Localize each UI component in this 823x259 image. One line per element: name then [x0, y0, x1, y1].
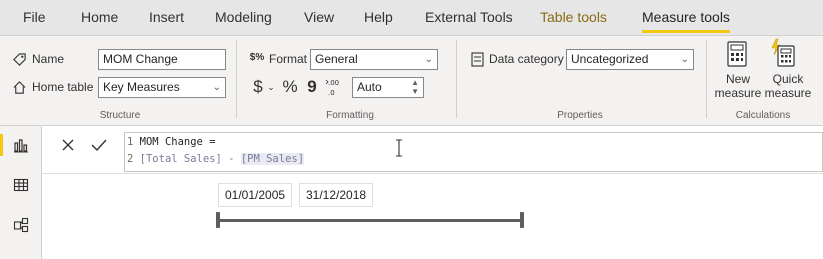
decimal-places-icon[interactable]: .00.0 — [324, 76, 344, 98]
slider-start-handle[interactable] — [216, 212, 220, 228]
chevron-down-icon[interactable]: ⌄ — [266, 80, 276, 94]
commit-formula-button[interactable] — [85, 134, 113, 156]
group-divider — [236, 40, 237, 118]
svg-text:.00: .00 — [328, 79, 339, 87]
formula-line-2-text: [Total Sales] - — [139, 153, 241, 165]
chevron-down-icon: ⌄ — [680, 54, 689, 65]
tab-measure-tools[interactable]: Measure tools — [642, 0, 730, 36]
properties-group-label: Properties — [557, 110, 603, 121]
data-category-select[interactable]: Uncategorized ⌄ — [566, 49, 694, 70]
currency-button[interactable]: $ — [252, 76, 264, 98]
report-view-icon — [14, 139, 28, 153]
group-divider — [706, 40, 707, 118]
quick-measure-icon[interactable] — [770, 38, 796, 68]
quick-measure-label-line2: measure — [764, 86, 812, 100]
date-range-slider[interactable] — [218, 219, 523, 222]
quick-measure-button[interactable]: Quick measure — [762, 72, 814, 100]
formula-editor[interactable]: 1 MOM Change = 2 [Total Sales] - [PM Sal… — [124, 132, 823, 172]
model-icon — [13, 217, 29, 233]
data-view-button[interactable] — [0, 168, 42, 202]
format-value: General — [315, 52, 358, 66]
end-date-input[interactable]: 31/12/2018 — [299, 183, 374, 207]
data-category-value: Uncategorized — [571, 52, 649, 66]
checkmark-icon — [91, 139, 107, 152]
formula-line-2: 2 [Total Sales] - [PM Sales] — [127, 153, 305, 165]
model-view-button[interactable] — [0, 208, 42, 242]
formula-line-1: 1 MOM Change = — [127, 136, 216, 148]
home-icon — [11, 79, 27, 95]
tab-modeling[interactable]: Modeling — [215, 0, 272, 36]
tab-view[interactable]: View — [304, 0, 334, 36]
calculations-group-label: Calculations — [735, 110, 791, 121]
ribbon-tab-bar: File Home Insert Modeling View Help Exte… — [0, 0, 823, 36]
percent-button[interactable]: % — [281, 76, 299, 98]
report-canvas — [42, 174, 823, 259]
format-label: Format — [269, 52, 308, 66]
tag-icon — [11, 51, 27, 67]
data-category-label: Data category — [489, 52, 564, 66]
tab-insert[interactable]: Insert — [149, 0, 184, 36]
home-table-label: Home table — [32, 80, 94, 94]
new-measure-label-line2: measure — [714, 86, 762, 100]
start-date-input[interactable]: 01/01/2005 — [218, 183, 293, 207]
home-table-select[interactable]: Key Measures ⌄ — [98, 77, 226, 98]
tab-help[interactable]: Help — [364, 0, 393, 36]
tab-file[interactable]: File — [23, 0, 46, 36]
chevron-down-icon: ⌄ — [212, 82, 221, 93]
comma-style-button[interactable]: 9 — [306, 76, 318, 98]
formatting-group-label: Formatting — [326, 110, 374, 121]
data-category-icon — [470, 51, 484, 67]
decimal-places-value: Auto — [357, 80, 382, 94]
calculator-icon[interactable] — [726, 40, 748, 68]
tab-home[interactable]: Home — [81, 0, 118, 36]
chevron-down-icon: ⌄ — [424, 54, 433, 65]
group-divider — [456, 40, 457, 118]
cancel-formula-button[interactable] — [54, 134, 82, 156]
name-label: Name — [32, 52, 65, 66]
formula-measure-ref: [PM Sales] — [240, 153, 305, 165]
view-rail — [0, 126, 42, 259]
report-view-button[interactable] — [0, 128, 42, 162]
slider-end-handle[interactable] — [520, 212, 524, 228]
new-measure-button[interactable]: New measure — [712, 72, 764, 100]
new-measure-label-line1: New — [725, 72, 750, 86]
tab-external-tools[interactable]: External Tools — [425, 0, 513, 36]
line-number: 1 — [127, 136, 134, 148]
spinner-icon[interactable]: ▲ ▼ — [411, 78, 419, 96]
svg-text:.0: .0 — [328, 89, 335, 97]
format-select[interactable]: General ⌄ — [310, 49, 438, 70]
name-field[interactable]: MOM Change — [98, 49, 226, 70]
decimal-places-input[interactable]: Auto ▲ ▼ — [352, 77, 424, 98]
tab-table-tools[interactable]: Table tools — [540, 0, 607, 36]
formula-line-1-text: MOM Change = — [139, 136, 216, 148]
table-icon — [13, 178, 29, 192]
ribbon: Name MOM Change Home table Key Measures … — [0, 36, 823, 126]
format-icon: $% — [249, 51, 265, 63]
close-icon — [62, 139, 74, 151]
structure-group-label: Structure — [99, 110, 141, 121]
quick-measure-label-line1: Quick — [772, 72, 804, 86]
home-table-value: Key Measures — [103, 80, 180, 94]
line-number: 2 — [127, 153, 134, 165]
text-cursor-icon — [395, 139, 403, 157]
